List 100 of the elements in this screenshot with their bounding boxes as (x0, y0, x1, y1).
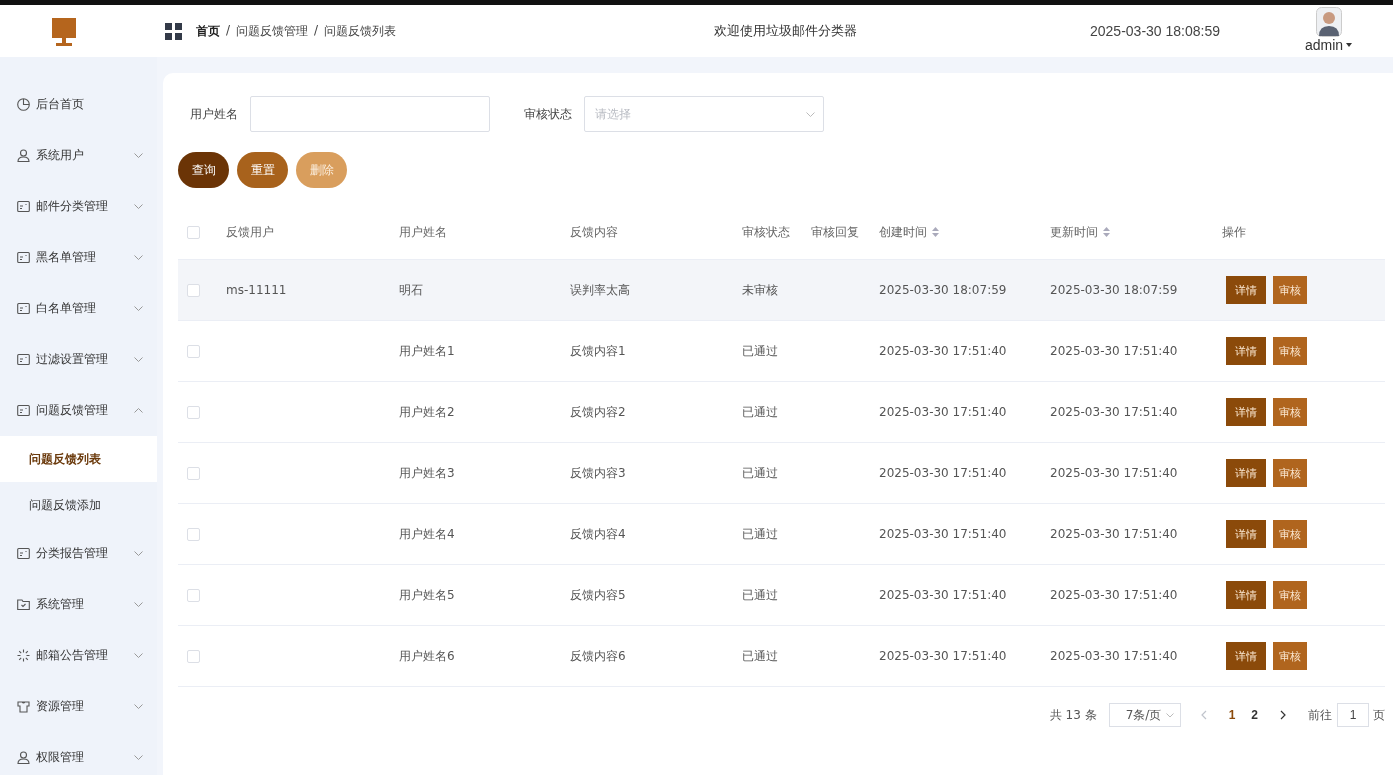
table-cell: 2025-03-30 17:51:40 (879, 344, 1007, 358)
detail-button[interactable]: 详情 (1226, 581, 1266, 609)
card-icon (17, 404, 30, 417)
current-datetime: 2025-03-30 18:08:59 (1090, 23, 1220, 39)
row-checkbox[interactable] (187, 588, 200, 602)
detail-button[interactable]: 详情 (1226, 398, 1266, 426)
sort-icon[interactable] (1103, 227, 1110, 237)
table-cell: 2025-03-30 17:51:40 (879, 466, 1007, 480)
review-button[interactable]: 审核 (1273, 276, 1307, 304)
table-cell: 2025-03-30 17:51:40 (879, 588, 1007, 602)
sidebar-item[interactable]: 黑名单管理 (0, 232, 157, 283)
row-checkbox[interactable] (187, 527, 200, 541)
table-cell: 2025-03-30 17:51:40 (1050, 344, 1178, 358)
table-cell: 已通过 (742, 464, 778, 482)
table-cell: 反馈内容6 (570, 647, 626, 665)
table-cell: 2025-03-30 17:51:40 (1050, 466, 1178, 480)
caret-icon[interactable] (1346, 43, 1353, 47)
sidebar-subitem[interactable]: 问题反馈添加 (0, 482, 157, 528)
sidebar-item[interactable]: 白名单管理 (0, 283, 157, 334)
sidebar-item[interactable]: 过滤设置管理 (0, 334, 157, 385)
sidebar-item[interactable]: 权限管理 (0, 732, 157, 775)
select-all-checkbox[interactable] (187, 225, 200, 239)
row-checkbox[interactable] (187, 405, 200, 419)
column-header: 反馈内容 (570, 223, 618, 241)
column-header: 反馈用户 (226, 223, 274, 241)
table-cell: 反馈内容2 (570, 403, 626, 421)
card-icon (17, 353, 30, 366)
folder-icon (17, 598, 30, 611)
page-number[interactable]: 1 (1228, 708, 1236, 722)
column-header[interactable]: 创建时间 (879, 223, 927, 241)
previous-page-icon[interactable] (1200, 710, 1207, 720)
sidebar-subitem[interactable]: 问题反馈列表 (0, 436, 157, 482)
detail-button[interactable]: 详情 (1226, 276, 1266, 304)
user-icon (17, 751, 30, 764)
detail-button[interactable]: 详情 (1226, 520, 1266, 548)
breadcrumb-link[interactable]: 首页 (196, 22, 220, 40)
table-cell: 反馈内容5 (570, 586, 626, 604)
username-input[interactable] (250, 96, 490, 132)
table-cell: 2025-03-30 17:51:40 (879, 405, 1007, 419)
breadcrumb-separator: / (314, 22, 319, 39)
table-cell: 反馈内容4 (570, 525, 626, 543)
table-cell: 用户姓名5 (399, 586, 455, 604)
review-button[interactable]: 审核 (1273, 520, 1307, 548)
table-cell: 已通过 (742, 586, 778, 604)
sparkle-icon (17, 649, 30, 662)
table-cell: 未审核 (742, 281, 778, 299)
sidebar-item[interactable]: 系统用户 (0, 130, 157, 181)
goto-label: 前往 (1308, 706, 1332, 724)
row-checkbox[interactable] (187, 649, 200, 663)
review-button[interactable]: 审核 (1273, 581, 1307, 609)
row-checkbox[interactable] (187, 283, 200, 297)
table-cell: 2025-03-30 18:07:59 (879, 283, 1007, 297)
table-cell: 2025-03-30 18:07:59 (1050, 283, 1178, 297)
chevron-down-icon[interactable] (806, 111, 815, 117)
page-number[interactable]: 2 (1251, 708, 1258, 722)
table-cell: 用户姓名3 (399, 464, 455, 482)
page-input[interactable]: 1 (1337, 703, 1369, 727)
table-cell: 2025-03-30 17:51:40 (879, 649, 1007, 663)
review-button[interactable]: 审核 (1273, 642, 1307, 670)
sort-icon[interactable] (932, 227, 939, 237)
sidebar-item[interactable]: 资源管理 (0, 681, 157, 732)
table-cell: 已通过 (742, 403, 778, 421)
table-cell: 反馈内容3 (570, 464, 626, 482)
breadcrumb-link[interactable]: 问题反馈管理 (236, 22, 309, 40)
review-button[interactable]: 审核 (1273, 337, 1307, 365)
card-icon (17, 200, 30, 213)
row-checkbox[interactable] (187, 466, 200, 480)
user-icon (17, 149, 30, 162)
pie-chart-icon (17, 98, 30, 111)
card-icon (17, 251, 30, 264)
reset-button[interactable]: 重置 (237, 152, 288, 188)
next-page-icon[interactable] (1280, 710, 1286, 720)
username-dropdown[interactable]: admin (1305, 37, 1344, 53)
row-checkbox[interactable] (187, 344, 200, 358)
breadcrumb-separator: / (226, 22, 231, 39)
table-cell: 误判率太高 (570, 281, 630, 299)
detail-button[interactable]: 详情 (1226, 642, 1266, 670)
sidebar-item[interactable]: 邮箱公告管理 (0, 630, 157, 681)
query-button[interactable]: 查询 (178, 152, 229, 188)
sidebar-item[interactable]: 问题反馈管理 (0, 385, 157, 436)
table-cell: 用户姓名2 (399, 403, 455, 421)
table-cell: 明石 (399, 281, 423, 299)
sidebar-item[interactable]: 系统管理 (0, 579, 157, 630)
column-header: 审核状态 (742, 223, 790, 241)
sidebar-item[interactable]: 分类报告管理 (0, 528, 157, 579)
app-title: 欢迎使用垃圾邮件分类器 (712, 22, 858, 40)
page-size-select[interactable]: 7条/页 (1108, 703, 1181, 727)
table-cell: 已通过 (742, 647, 778, 665)
avatar-icon[interactable] (1315, 7, 1342, 37)
detail-button[interactable]: 详情 (1226, 337, 1266, 365)
column-header[interactable]: 更新时间 (1050, 223, 1098, 241)
filter-label: 审核状态 (523, 105, 573, 123)
grid-menu-icon[interactable] (165, 22, 182, 40)
review-button[interactable]: 审核 (1273, 459, 1307, 487)
chevron-down-icon[interactable] (1165, 712, 1174, 718)
sidebar-item[interactable]: 后台首页 (0, 79, 157, 130)
review-button[interactable]: 审核 (1273, 398, 1307, 426)
detail-button[interactable]: 详情 (1226, 459, 1266, 487)
sidebar-item[interactable]: 邮件分类管理 (0, 181, 157, 232)
table-cell: 已通过 (742, 342, 778, 360)
